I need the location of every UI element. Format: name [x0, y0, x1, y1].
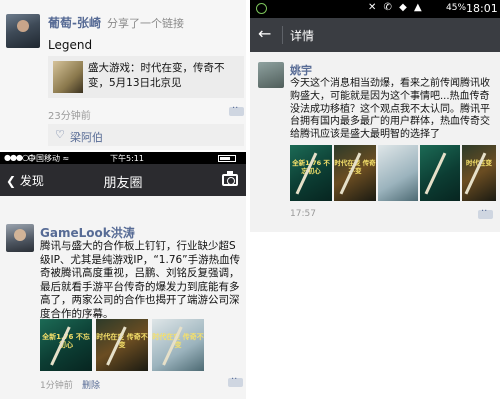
comment-menu-icon[interactable]: [478, 206, 493, 219]
android-detail-screen: ✕ ✆ ◆ ▲ 45% 18:01 ← 详情 姚宇 今天这个消息相当劲爆，看来之…: [250, 0, 500, 232]
status-time: 18:01: [466, 2, 498, 15]
post-time: 23分钟前: [48, 111, 91, 122]
post-text: 腾讯与盛大的合作板上钉钉，行业缺少超S级IP、尤其是纯游戏IP，“1.76”手游…: [40, 240, 241, 320]
post-text: Legend: [48, 38, 93, 52]
status-icons: ✕ ✆ ◆ ▲: [368, 2, 424, 13]
battery-level: 45%: [446, 3, 467, 13]
link-thumbnail: [53, 61, 83, 93]
avatar[interactable]: [258, 62, 284, 88]
post-image[interactable]: 时代在变 传奇不变: [152, 319, 204, 371]
avatar[interactable]: [6, 224, 34, 252]
ios-moments-screen: ●●●○○ 中国移动 ≈ 下午5:11 ❮ 发现 朋友圈 GameLook洪涛 …: [0, 152, 246, 399]
post-image[interactable]: 全新1.76 不忘初心: [290, 145, 332, 201]
post-image[interactable]: 时代在变 传奇不变: [96, 319, 148, 371]
avatar[interactable]: [6, 14, 40, 48]
heart-outline-icon: ♡: [55, 128, 65, 141]
page-title: 朋友圈: [103, 176, 143, 191]
action-bar: ← 详情: [250, 18, 500, 52]
post-time: 17:57: [290, 209, 316, 219]
link-card[interactable]: 盛大游戏：时代在变，传奇不变，5月13日北京见: [48, 56, 244, 98]
comment-menu-icon[interactable]: [229, 103, 244, 116]
post-time: 1分钟前: [40, 381, 73, 391]
poster-name[interactable]: GameLook洪涛: [40, 224, 135, 241]
divider: [282, 26, 283, 44]
back-arrow-icon[interactable]: ←: [258, 24, 271, 43]
carrier-label: 中国移动 ≈: [28, 154, 70, 163]
comment-menu-icon[interactable]: [228, 374, 243, 387]
poster-name[interactable]: 姚宇: [290, 62, 312, 78]
camera-icon[interactable]: [222, 171, 238, 186]
post-text: 今天这个消息相当劲爆，看来之前传闻腾讯收购盛大，可能就是因为这个事情吧...热血…: [290, 78, 490, 141]
post-image[interactable]: [420, 145, 460, 201]
status-bar: ✕ ✆ ◆ ▲ 45% 18:01: [250, 0, 500, 18]
nav-bar: ❮ 发现 朋友圈: [0, 164, 246, 196]
battery-icon: [218, 155, 236, 162]
liker-name[interactable]: 梁阿伯: [70, 129, 103, 145]
post-image[interactable]: [378, 145, 418, 201]
likes-bar: ♡ 梁阿伯: [48, 124, 244, 146]
post-image[interactable]: 全新1.76 不忘初心: [40, 319, 92, 371]
post-image[interactable]: 时代在变 传奇不变: [334, 145, 376, 201]
wechat-notification-icon: [256, 3, 267, 14]
shared-link-post: 葡萄-张崎 分享了一个链接 Legend 盛大游戏：时代在变，传奇不变，5月13…: [0, 0, 246, 150]
post-image[interactable]: 时代在变: [462, 145, 496, 201]
link-title: 盛大游戏：时代在变，传奇不变，5月13日北京见: [88, 62, 225, 89]
delete-link[interactable]: 删除: [82, 378, 100, 391]
status-bar: ●●●○○ 中国移动 ≈ 下午5:11: [0, 152, 246, 164]
status-time: 下午5:11: [110, 154, 144, 163]
share-action-text: 分享了一个链接: [107, 17, 184, 30]
poster-name[interactable]: 葡萄-张崎: [48, 14, 101, 31]
page-title: 详情: [290, 29, 315, 43]
